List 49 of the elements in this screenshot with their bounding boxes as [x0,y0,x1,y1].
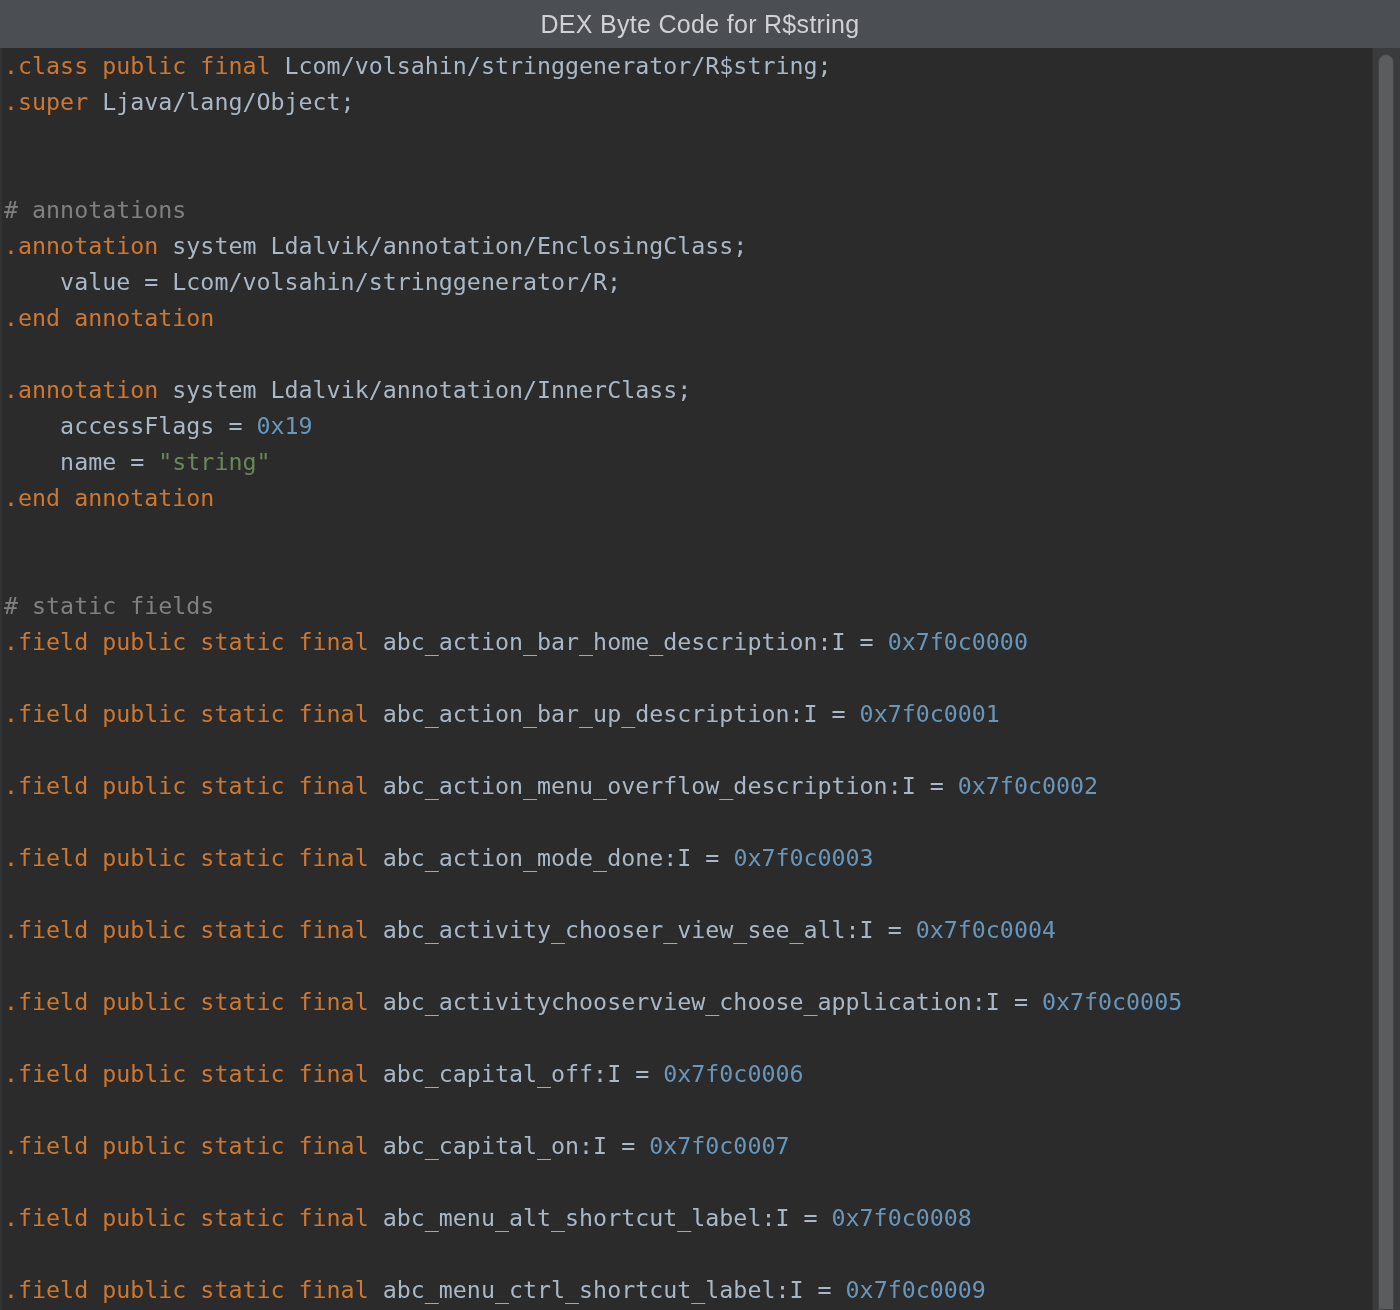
code-comment: # annotations [4,196,187,223]
code-keyword: .end annotation [4,304,215,331]
code-text: system Ldalvik/annotation/InnerClass; [171,376,692,403]
code-keyword: .field public static final [4,1132,369,1159]
code-number: 0x19 [256,412,313,439]
code-keyword: .field public static final [4,1060,369,1087]
code-number: 0x7f0c0002 [957,772,1099,799]
code-keyword: .field public static final [4,988,369,1015]
code-comment: # static fields [4,592,215,619]
code-text: abc_action_menu_overflow_description:I = [381,772,945,799]
code-keyword: .class public final [4,52,271,79]
window-title: DEX Byte Code for R$string [540,9,860,39]
code-number: 0x7f0c0001 [859,700,1000,727]
scrollbar-thumb[interactable] [1378,54,1394,1310]
code-number: 0x7f0c0004 [915,916,1056,943]
code-number: 0x7f0c0008 [831,1204,972,1231]
code-keyword: .field public static final [4,628,369,655]
code-text: Ljava/lang/Object; [101,88,355,115]
code-number: 0x7f0c0009 [845,1276,986,1303]
code-text: abc_action_bar_up_description:I = [381,700,847,727]
code-string: "string" [158,448,271,475]
code-text: name = [59,448,146,475]
code-number: 0x7f0c0007 [649,1132,790,1159]
code-text: abc_activitychooserview_choose_application:I = [381,988,1029,1015]
code-keyword: .super [4,88,89,115]
code-text: abc_action_mode_done:I = [381,844,721,871]
code-number: 0x7f0c0000 [887,628,1028,655]
code-text: accessFlags = [59,412,244,439]
code-keyword: .end annotation [4,484,215,511]
code-keyword: .field public static final [4,700,369,727]
code-keyword: .field public static final [4,844,369,871]
code-keyword: .field public static final [4,1204,369,1231]
code-text: abc_menu_alt_shortcut_label:I = [381,1204,819,1231]
code-text: abc_capital_on:I = [381,1132,637,1159]
code-number: 0x7f0c0005 [1041,988,1183,1015]
code-keyword: .field public static final [4,916,369,943]
code-text: abc_capital_off:I = [381,1060,651,1087]
code-text: abc_activity_chooser_view_see_all:I = [381,916,903,943]
code-text: value = Lcom/volsahin/stringgenerator/R; [59,268,622,295]
code-text: system Ldalvik/annotation/EnclosingClass; [171,232,748,259]
code-keyword: .field public static final [4,1276,369,1303]
code-text: Lcom/volsahin/stringgenerator/R$string; [283,52,832,79]
code-number: 0x7f0c0003 [733,844,874,871]
code-text: abc_action_bar_home_description:I = [381,628,875,655]
code-text: abc_menu_ctrl_shortcut_label:I = [381,1276,833,1303]
code-keyword: .annotation [4,376,159,403]
code-keyword: .annotation [4,232,159,259]
code-keyword: .field public static final [4,772,369,799]
code-number: 0x7f0c0006 [663,1060,804,1087]
